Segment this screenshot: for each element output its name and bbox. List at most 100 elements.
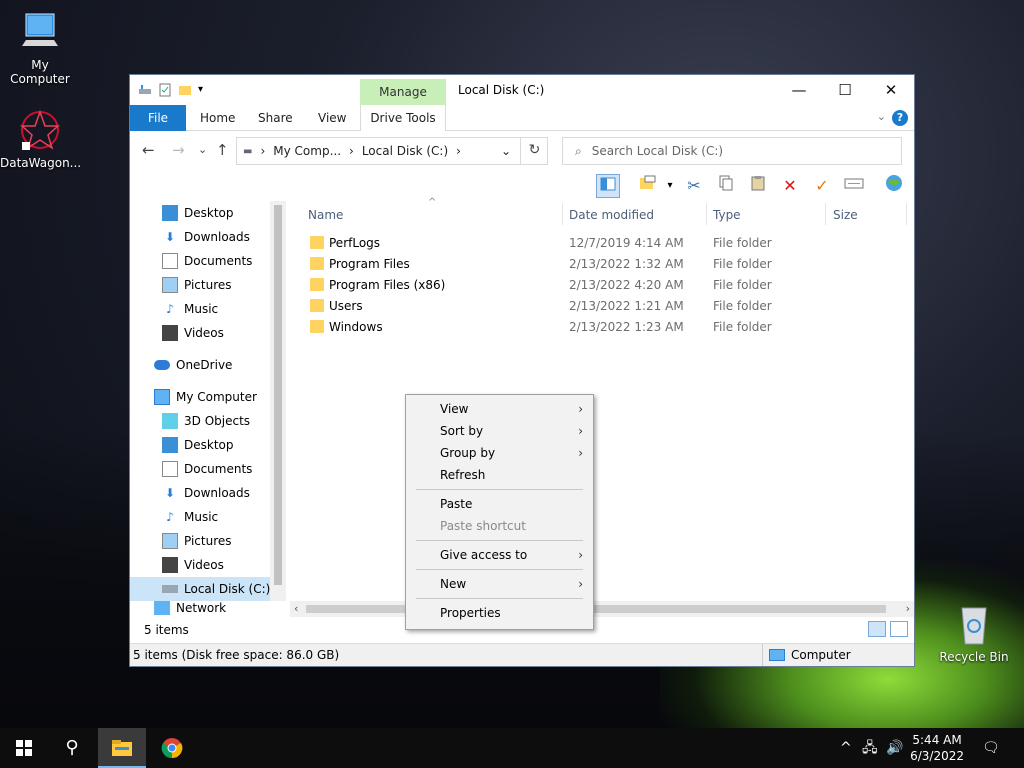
breadcrumb-my-computer[interactable]: My Comp...	[273, 144, 341, 158]
forward-arrow-icon[interactable]: →	[172, 141, 185, 159]
network-tray-icon[interactable]: 🖧	[862, 728, 878, 768]
globe-icon[interactable]	[882, 174, 906, 198]
sidebar-item-quick-desktop[interactable]: Desktop📌	[162, 201, 286, 225]
taskbar-clock[interactable]: 5:44 AM 6/3/2022	[910, 732, 964, 764]
column-divider[interactable]	[706, 203, 707, 225]
start-button[interactable]	[0, 728, 48, 768]
delete-icon[interactable]: ✕	[778, 174, 802, 198]
table-row[interactable]: Users 2/13/2022 1:21 AM File folder	[290, 296, 914, 317]
sidebar-item-quick-videos[interactable]: Videos	[162, 321, 286, 345]
taskbar-file-explorer[interactable]	[98, 728, 146, 768]
tab-view[interactable]: View	[306, 105, 358, 131]
menu-item-properties[interactable]: Properties	[406, 602, 593, 624]
volume-icon[interactable]: 🔊	[886, 728, 903, 768]
table-row[interactable]: Program Files (x86) 2/13/2022 4:20 AM File…	[290, 275, 914, 296]
up-arrow-icon[interactable]: ↑	[216, 141, 229, 159]
desktop-icon-recycle-bin[interactable]: Recycle Bin	[934, 602, 1014, 664]
new-folder-quick-icon[interactable]	[178, 83, 192, 97]
sidebar-item-quick-pictures[interactable]: Pictures📌	[162, 273, 286, 297]
details-icon[interactable]	[636, 174, 660, 198]
sidebar-item-pictures[interactable]: Pictures	[162, 529, 286, 553]
sidebar-item-documents[interactable]: Documents	[162, 457, 286, 481]
column-divider[interactable]	[825, 203, 826, 225]
desktop-icon-datawagon[interactable]: DataWagon...	[0, 108, 81, 170]
sidebar-item-network[interactable]: Network	[130, 601, 286, 615]
table-row[interactable]: PerfLogs 12/7/2019 4:14 AM File folder	[290, 233, 914, 254]
search-box[interactable]: ⌕ Search Local Disk (C:)	[562, 137, 902, 165]
help-button[interactable]: ?	[892, 110, 908, 126]
menu-item-give-access[interactable]: Give access to ›	[406, 544, 593, 566]
horizontal-scrollbar[interactable]: ‹ ›	[290, 601, 914, 617]
folder-icon	[310, 278, 324, 291]
properties-quick-icon[interactable]	[158, 83, 172, 97]
scroll-left-icon[interactable]: ‹	[294, 602, 298, 615]
tab-file[interactable]: File	[130, 105, 186, 131]
drive-icon: ▬	[243, 145, 253, 157]
breadcrumb-local-disk[interactable]: Local Disk (C:)	[362, 144, 448, 158]
address-dropdown-icon[interactable]: ⌄	[501, 144, 511, 158]
horizontal-scroll-thumb[interactable]	[306, 605, 886, 613]
large-icons-view-icon[interactable]	[890, 621, 908, 637]
minimize-button[interactable]: —	[776, 75, 822, 105]
table-row[interactable]: Program Files 2/13/2022 1:32 AM File folde…	[290, 254, 914, 275]
sidebar-item-label: Downloads	[184, 230, 250, 244]
desktop-icon-my-computer[interactable]: My Computer	[0, 10, 80, 86]
sidebar-item-local-disk[interactable]: Local Disk (C:)	[130, 577, 286, 601]
sidebar-item-quick-downloads[interactable]: ⬇Downloads📌	[162, 225, 286, 249]
sidebar-scrollbar[interactable]	[270, 201, 286, 601]
dropdown-chevron-icon[interactable]: ▾	[658, 174, 682, 198]
address-bar[interactable]: ▬ › My Comp... › Local Disk (C:) › ⌄	[236, 137, 548, 165]
refresh-icon[interactable]: ↻	[520, 137, 548, 165]
preview-pane-icon[interactable]	[596, 174, 620, 198]
close-button[interactable]: ✕	[868, 75, 914, 105]
sidebar-item-quick-documents[interactable]: Documents📌	[162, 249, 286, 273]
taskbar-chrome[interactable]	[148, 728, 196, 768]
copy-icon[interactable]	[714, 174, 738, 198]
column-date[interactable]: Date modified	[569, 208, 654, 222]
menu-item-refresh[interactable]: Refresh	[406, 464, 593, 486]
sidebar-item-desktop[interactable]: Desktop	[162, 433, 286, 457]
maximize-button[interactable]: ☐	[822, 75, 868, 105]
sidebar-item-my-computer[interactable]: My Computer	[130, 385, 286, 409]
sidebar-item-quick-music[interactable]: ♪ Music	[162, 297, 286, 321]
checkmark-icon[interactable]: ✓	[810, 174, 834, 198]
file-name: Program Files	[329, 257, 410, 271]
column-divider[interactable]	[906, 203, 907, 225]
sidebar-item-downloads[interactable]: ⬇ Downloads	[162, 481, 286, 505]
sidebar-item-onedrive[interactable]: OneDrive	[130, 353, 286, 377]
tab-drive-tools[interactable]: Drive Tools	[360, 105, 446, 131]
back-arrow-icon[interactable]: ←	[142, 141, 155, 159]
menu-item-new[interactable]: New ›	[406, 573, 593, 595]
details-view-icon[interactable]	[868, 621, 886, 637]
ribbon-collapse-icon[interactable]: ⌄	[877, 110, 886, 123]
scroll-right-icon[interactable]: ›	[906, 602, 910, 615]
music-icon: ♪	[166, 510, 174, 524]
column-divider[interactable]	[562, 203, 563, 225]
documents-icon	[162, 253, 178, 269]
chevron-up-icon[interactable]: ^	[840, 728, 852, 768]
column-type[interactable]: Type	[713, 208, 741, 222]
rename-icon[interactable]	[842, 174, 866, 198]
menu-item-group-by[interactable]: Group by ›	[406, 442, 593, 464]
tab-share[interactable]: Share	[246, 105, 305, 131]
menu-item-label: Properties	[440, 606, 501, 620]
cut-icon[interactable]: ✂	[682, 174, 706, 198]
column-name[interactable]: Name	[308, 208, 343, 222]
recent-chevron-icon[interactable]: ⌄	[198, 143, 207, 156]
search-taskbar-button[interactable]: ⚲	[48, 728, 96, 768]
menu-item-view[interactable]: View ›	[406, 398, 593, 420]
table-row[interactable]: Windows 2/13/2022 1:23 AM File folder	[290, 317, 914, 338]
notification-icon[interactable]: 🗨	[982, 728, 1000, 768]
videos-icon	[162, 325, 178, 341]
sidebar-item-music[interactable]: ♪ Music	[162, 505, 286, 529]
paste-icon[interactable]	[746, 174, 770, 198]
menu-item-sort-by[interactable]: Sort by ›	[406, 420, 593, 442]
sidebar-item-videos[interactable]: Videos	[162, 553, 286, 577]
customize-chevron-icon[interactable]: ▾	[198, 83, 212, 97]
pictures-icon	[162, 533, 178, 549]
tab-home[interactable]: Home	[188, 105, 247, 131]
menu-item-paste[interactable]: Paste	[406, 493, 593, 515]
column-size[interactable]: Size	[833, 208, 858, 222]
sidebar-item-3d-objects[interactable]: 3D Objects	[162, 409, 286, 433]
sidebar-scroll-thumb[interactable]	[274, 205, 282, 585]
